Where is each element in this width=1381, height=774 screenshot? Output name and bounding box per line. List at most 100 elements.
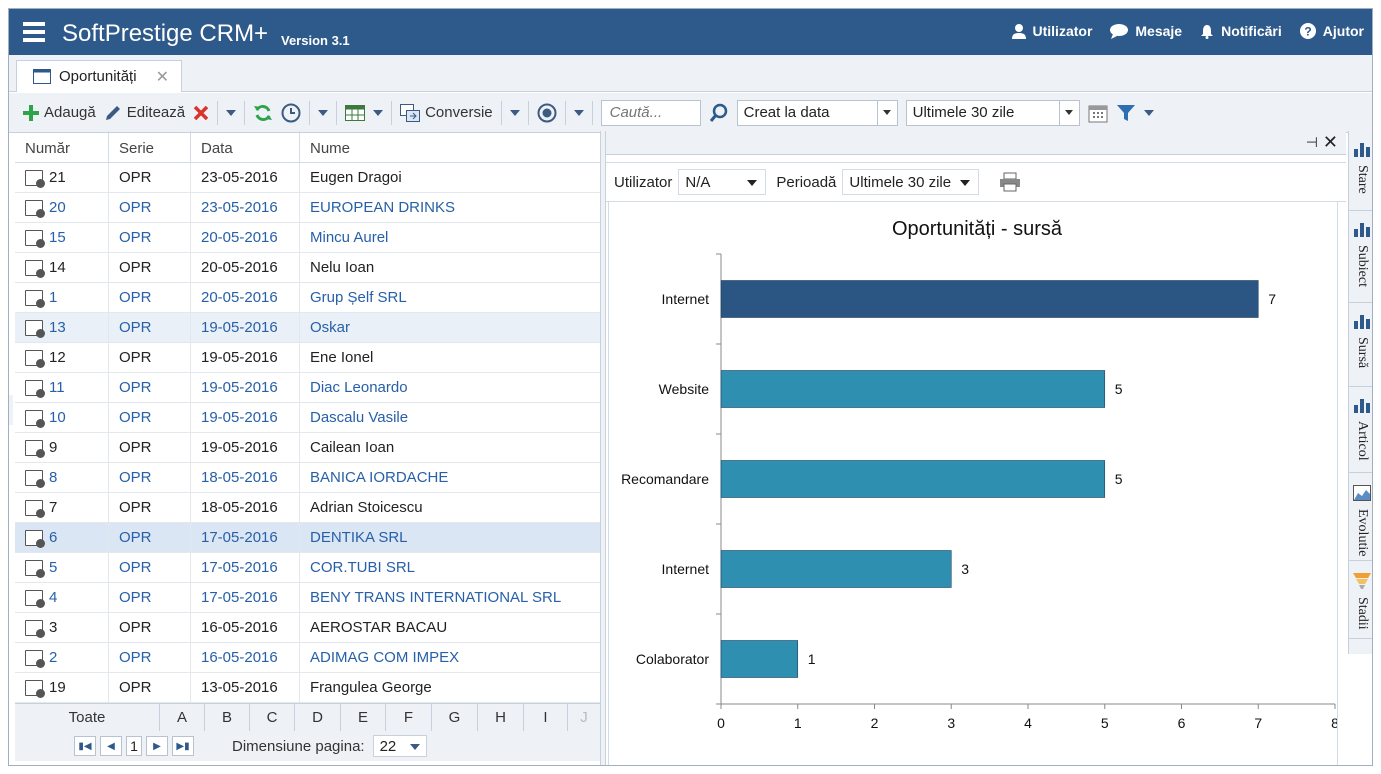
table-row[interactable]: 1 OPR 20-05-2016 Grup Șelf SRL [15, 282, 600, 313]
alpha-filter-f[interactable]: F [386, 704, 432, 731]
side-tab-stare[interactable]: Stare [1349, 131, 1372, 211]
table-row[interactable]: 6 OPR 17-05-2016 DENTIKA SRL [15, 522, 600, 553]
table-row[interactable]: 10 OPR 19-05-2016 Dascalu Vasile [15, 402, 600, 433]
side-tab-label: Evolutie [1355, 509, 1370, 557]
convert-button[interactable]: Conversie [400, 103, 493, 122]
alpha-filter-j[interactable]: J [568, 704, 600, 731]
nav-ajutor[interactable]: ? Ajutor [1299, 23, 1364, 39]
side-tab-articol[interactable]: Articol [1349, 387, 1372, 473]
table-row[interactable]: 20 OPR 23-05-2016 EUROPEAN DRINKS [15, 192, 600, 223]
history-dropdown-icon[interactable] [318, 109, 329, 116]
alpha-filter-a[interactable]: A [160, 704, 205, 731]
last-page-button[interactable]: ▶▮ [172, 736, 194, 756]
col-header-data[interactable]: Data [191, 131, 300, 162]
cell-nume: Eugen Dragoi [300, 163, 598, 193]
cell-nume: Frangulea George [300, 673, 598, 703]
cell-data-text: 17-05-2016 [201, 559, 278, 576]
chart-period-value: Ultimele 30 zile [849, 173, 952, 191]
alpha-filter-c[interactable]: C [250, 704, 295, 731]
pin-icon[interactable]: ⊣ [1306, 134, 1318, 151]
calendar-icon[interactable] [1088, 103, 1108, 123]
menu-icon[interactable] [23, 22, 45, 42]
funnel-icon [1353, 573, 1371, 589]
history-button[interactable] [281, 103, 301, 123]
cell-serie-text: OPR [119, 199, 152, 216]
cell-nume: EUROPEAN DRINKS [300, 193, 598, 223]
col-header-nume[interactable]: Nume [300, 131, 598, 162]
table-row[interactable]: 3 OPR 16-05-2016 AEROSTAR BACAU [15, 612, 600, 643]
cell-data-text: 17-05-2016 [201, 589, 278, 606]
view-button[interactable] [537, 103, 557, 123]
tab-close-icon[interactable]: ✕ [156, 67, 169, 87]
table-row[interactable]: 7 OPR 18-05-2016 Adrian Stoicescu [15, 492, 600, 523]
convert-dropdown-icon[interactable] [509, 109, 520, 116]
cell-numar-text: 1 [49, 289, 58, 306]
nav-utilizator[interactable]: Utilizator [1011, 23, 1092, 39]
table-row[interactable]: 11 OPR 19-05-2016 Diac Leonardo [15, 372, 600, 403]
alpha-filter-e[interactable]: E [341, 704, 386, 731]
delete-button[interactable] [193, 105, 209, 121]
print-icon[interactable] [999, 172, 1021, 192]
table-row[interactable]: 5 OPR 17-05-2016 COR.TUBI SRL [15, 552, 600, 583]
first-page-button[interactable]: ▮◀ [74, 736, 96, 756]
side-tab-evolutie[interactable]: Evolutie [1349, 473, 1372, 561]
table-row[interactable]: 15 OPR 20-05-2016 Mincu Aurel [15, 222, 600, 253]
alpha-filter-b[interactable]: B [205, 704, 250, 731]
refresh-button[interactable] [253, 103, 273, 123]
columns-button[interactable] [345, 104, 366, 121]
page-size-select[interactable]: 22 [372, 735, 427, 757]
alpha-filter-g[interactable]: G [432, 704, 478, 731]
search-input[interactable] [600, 99, 701, 126]
table-row[interactable]: 13 OPR 19-05-2016 Oskar [15, 312, 600, 343]
category-label: Recomandare [621, 471, 709, 487]
table-row[interactable]: 4 OPR 17-05-2016 BENY TRANS INTERNATIONAL S… [15, 582, 600, 613]
tab-strip: Oportunități ✕ [9, 55, 1372, 92]
table-row[interactable]: 14 OPR 20-05-2016 Nelu Ioan [15, 252, 600, 283]
table-row[interactable]: 21 OPR 23-05-2016 Eugen Dragoi [15, 162, 600, 193]
chart-filter-bar: Utilizator N/A Perioadă Ultimele 30 zile [606, 162, 1346, 202]
col-header-serie[interactable]: Serie [109, 131, 191, 162]
tab-oportunitati[interactable]: Oportunități ✕ [16, 60, 182, 92]
col-header-numar[interactable]: Număr [15, 131, 109, 162]
view-dropdown-icon[interactable] [573, 109, 584, 116]
chart-area: Oportunități - sursă 7 Internet 5 Website 5 Re… [608, 202, 1339, 765]
columns-dropdown-icon[interactable] [373, 109, 384, 116]
chevron-down-icon [1058, 100, 1079, 125]
bar-value-label: 1 [808, 651, 816, 667]
filter-dropdown-icon[interactable] [1143, 109, 1154, 116]
next-page-button[interactable]: ▶ [146, 736, 168, 756]
filter-icon[interactable] [1116, 103, 1136, 123]
pencil-icon [105, 105, 120, 120]
side-tab-stadii[interactable]: Stadii [1349, 561, 1372, 639]
date-field-select[interactable]: Creat la data [736, 99, 898, 126]
cell-nume-text: COR.TUBI SRL [310, 559, 416, 576]
alpha-filter-all[interactable]: Toate [15, 704, 160, 731]
left-splitter[interactable] [9, 395, 13, 425]
alpha-filter-d[interactable]: D [295, 704, 341, 731]
table-row[interactable]: 12 OPR 19-05-2016 Ene Ionel [15, 342, 600, 373]
period-select[interactable]: Ultimele 30 zile [905, 99, 1080, 126]
delete-dropdown-icon[interactable] [226, 109, 237, 116]
add-button[interactable]: Adaugă [23, 104, 96, 121]
close-icon[interactable]: ✕ [1323, 132, 1338, 153]
nav-notificari[interactable]: Notificări [1200, 23, 1282, 39]
chart-user-select[interactable]: N/A [678, 169, 767, 195]
side-tab-subiect[interactable]: Subiect [1349, 211, 1372, 303]
alpha-filter-h[interactable]: H [478, 704, 524, 731]
table-row[interactable]: 19 OPR 13-05-2016 Frangulea George [15, 672, 600, 703]
side-tab-sursă[interactable]: Sursă [1349, 303, 1372, 387]
table-row[interactable]: 8 OPR 18-05-2016 BANICA IORDACHE [15, 462, 600, 493]
search-icon[interactable] [709, 103, 729, 123]
cell-numar: 6 [15, 522, 109, 553]
table-row[interactable]: 2 OPR 16-05-2016 ADIMAG COM IMPEX [15, 642, 600, 673]
table-row[interactable]: 9 OPR 19-05-2016 Cailean Ioan [15, 432, 600, 463]
edit-button[interactable]: Editează [104, 104, 185, 122]
page-number[interactable]: 1 [126, 736, 142, 756]
nav-mesaje[interactable]: Mesaje [1110, 23, 1182, 39]
chart-period-select[interactable]: Ultimele 30 zile [842, 169, 980, 195]
prev-page-button[interactable]: ◀ [100, 736, 122, 756]
cell-data-text: 20-05-2016 [201, 229, 278, 246]
alpha-filter-bar: Toate A B C D E F G H I J [15, 703, 600, 731]
alpha-filter-i[interactable]: I [524, 704, 568, 731]
cell-numar-text: 11 [49, 379, 65, 396]
